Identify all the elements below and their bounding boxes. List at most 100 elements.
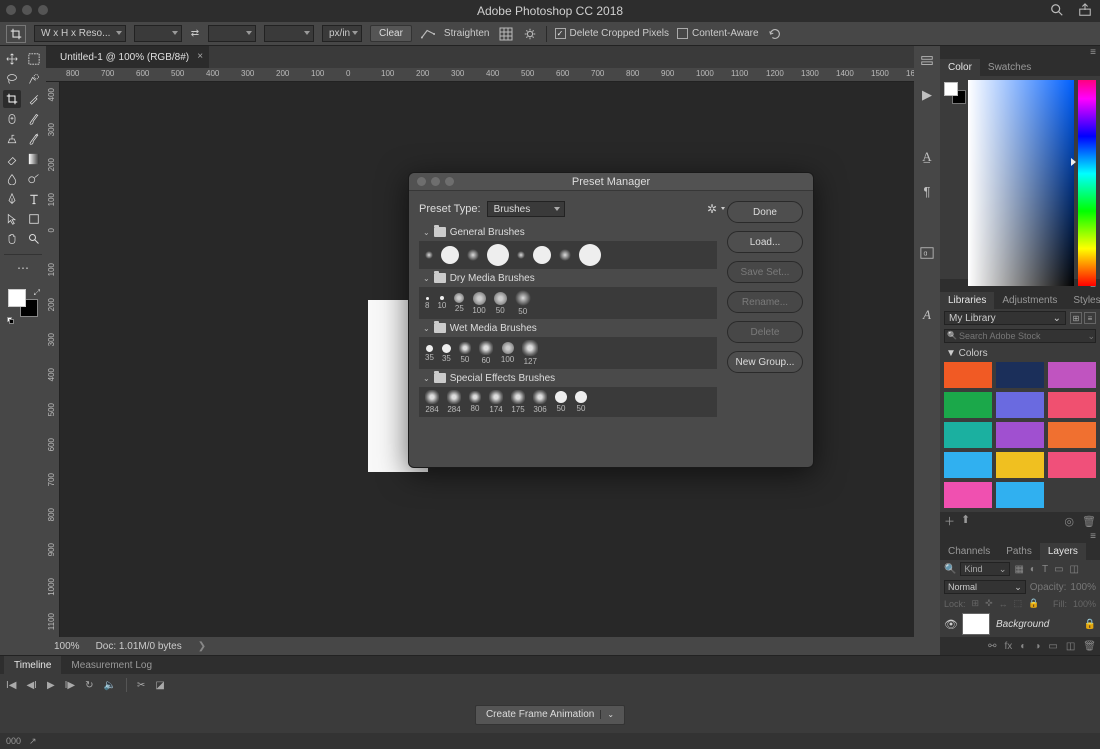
info-chevron-icon[interactable]: ❯ — [198, 641, 206, 652]
quick-select-tool[interactable] — [25, 70, 43, 88]
add-library-icon[interactable]: ＋ — [944, 513, 955, 529]
swap-dimensions-icon[interactable]: ⇄ — [190, 27, 200, 41]
brush-preset[interactable]: 50 — [515, 290, 531, 316]
color-panel[interactable] — [940, 76, 1100, 279]
library-swatch[interactable] — [996, 452, 1044, 478]
delete-layer-icon[interactable]: 🗑 — [1083, 641, 1096, 652]
library-swatch[interactable] — [1048, 452, 1096, 478]
brush-preset[interactable] — [467, 249, 479, 261]
brush-preset[interactable] — [579, 244, 601, 266]
library-swatch[interactable] — [996, 422, 1044, 448]
aspect-preset-dropdown[interactable]: W x H x Reso... — [34, 25, 126, 42]
search-icon[interactable] — [1050, 3, 1064, 17]
dialog-traffic-lights[interactable] — [417, 177, 454, 186]
tab-channels[interactable]: Channels — [940, 543, 998, 560]
split-icon[interactable]: ✂ — [137, 680, 145, 691]
blend-mode-dropdown[interactable]: Normal⌄ — [944, 580, 1026, 594]
brush-preset[interactable] — [517, 251, 525, 259]
lock-all-icon[interactable]: ⊞ — [972, 598, 980, 609]
brush-preset[interactable]: 60 — [479, 341, 493, 365]
brush-preset[interactable]: 100 — [501, 342, 514, 364]
play-icon[interactable]: ▶ — [47, 680, 55, 691]
brush-preset[interactable]: 127 — [522, 340, 538, 366]
resolution-field[interactable] — [264, 25, 314, 42]
document-tab[interactable]: Untitled-1 @ 100% (RGB/8#)× — [46, 46, 209, 68]
lock-nested-icon[interactable]: ⬚ — [1014, 598, 1023, 609]
visibility-icon[interactable]: 👁 — [944, 618, 956, 631]
brush-group-header[interactable]: ⌄Dry Media Brushes — [419, 269, 717, 287]
tab-measurement-log[interactable]: Measurement Log — [61, 656, 162, 674]
type-tool[interactable] — [25, 190, 43, 208]
tab-layers[interactable]: Layers — [1040, 543, 1086, 560]
glyphs-panel-icon[interactable]: ɑ — [918, 244, 936, 262]
reset-crop-icon[interactable] — [767, 26, 783, 42]
library-swatch[interactable] — [944, 482, 992, 508]
library-swatch[interactable] — [996, 362, 1044, 388]
brush-preset[interactable]: 35 — [425, 345, 434, 362]
panel-menu-icon[interactable]: ≡ — [1090, 531, 1096, 542]
brush-group-header[interactable]: ⌄General Brushes — [419, 223, 717, 241]
preset-settings-icon[interactable]: ✲ — [707, 202, 717, 216]
link-layers-icon[interactable]: ⚯ — [988, 641, 996, 652]
marquee-tool[interactable] — [25, 50, 43, 68]
brush-preset[interactable]: 284 — [447, 390, 461, 414]
group-icon[interactable]: ▭ — [1048, 641, 1057, 652]
straighten-icon[interactable] — [420, 26, 436, 42]
brush-preset[interactable]: 50 — [494, 292, 507, 315]
brush-preset[interactable]: 10 — [437, 296, 446, 310]
brush-preset[interactable] — [559, 249, 571, 261]
brush-preset[interactable]: 284 — [425, 390, 439, 414]
next-frame-icon[interactable]: I▶ — [65, 680, 75, 691]
layer-row-background[interactable]: 👁 Background 🔒 — [940, 611, 1100, 637]
layer-filter-dropdown[interactable]: Kind⌄ — [960, 562, 1010, 576]
adjustment-layer-icon[interactable]: ◑ — [1034, 641, 1040, 652]
brush-preset[interactable]: 35 — [442, 344, 451, 363]
view-list-icon[interactable]: ≡ — [1084, 312, 1096, 324]
library-swatch[interactable] — [1048, 422, 1096, 448]
actions-panel-icon[interactable]: ▶ — [918, 86, 936, 104]
layer-thumbnail[interactable] — [962, 613, 990, 635]
overlay-options-icon[interactable] — [498, 26, 514, 42]
crop-height-field[interactable] — [208, 25, 256, 42]
hand-tool[interactable] — [3, 230, 21, 248]
fg-bg-swatch[interactable]: ⤢ — [8, 289, 38, 317]
healing-brush-tool[interactable] — [3, 110, 21, 128]
fx-icon[interactable]: fx — [1005, 641, 1013, 652]
filter-type-icon[interactable]: T — [1042, 564, 1048, 575]
share-icon[interactable] — [1078, 3, 1092, 17]
lock-position-icon[interactable]: ✜ — [985, 598, 993, 609]
lock-pixels-icon[interactable]: ↔ — [999, 599, 1008, 609]
dodge-tool[interactable] — [25, 170, 43, 188]
clone-stamp-tool[interactable] — [3, 130, 21, 148]
filter-smart-icon[interactable]: ◫ — [1070, 564, 1079, 575]
tab-libraries[interactable]: Libraries — [940, 292, 994, 309]
brush-tool[interactable] — [25, 110, 43, 128]
doc-info[interactable]: Doc: 1.01M/0 bytes — [96, 641, 182, 652]
loop-icon[interactable]: ↻ — [85, 680, 93, 691]
crop-tool-preset-icon[interactable] — [6, 25, 26, 43]
zoom-level[interactable]: 100% — [54, 641, 80, 652]
history-brush-tool[interactable] — [25, 130, 43, 148]
gradient-tool[interactable] — [25, 150, 43, 168]
rename-button[interactable]: Rename... — [727, 291, 803, 313]
tab-adjustments[interactable]: Adjustments — [994, 292, 1065, 309]
layer-lock-icon[interactable]: 🔒 — [1084, 619, 1096, 630]
close-tab-icon[interactable]: × — [197, 51, 203, 62]
content-aware-checkbox[interactable]: Content-Aware — [677, 28, 759, 39]
brush-preset[interactable]: 80 — [469, 391, 481, 413]
brush-preset[interactable] — [425, 251, 433, 259]
brush-preset[interactable] — [533, 246, 551, 264]
timeline-render-icon[interactable]: ↗ — [29, 736, 37, 747]
brush-preset[interactable] — [487, 244, 509, 266]
tab-swatches[interactable]: Swatches — [980, 59, 1039, 76]
library-swatch[interactable] — [944, 422, 992, 448]
mask-icon[interactable]: ◐ — [1020, 641, 1026, 652]
delete-library-icon[interactable]: 🗑 — [1082, 515, 1096, 528]
crop-tool[interactable] — [3, 90, 21, 108]
filter-pixel-icon[interactable]: ▦ — [1014, 564, 1023, 575]
transition-icon[interactable]: ◪ — [155, 680, 164, 691]
filter-adjust-icon[interactable]: ◐ — [1030, 564, 1036, 575]
brush-preset[interactable]: 50 — [555, 391, 567, 413]
move-tool[interactable] — [3, 50, 21, 68]
sync-library-icon[interactable]: ◎ — [1064, 515, 1074, 528]
